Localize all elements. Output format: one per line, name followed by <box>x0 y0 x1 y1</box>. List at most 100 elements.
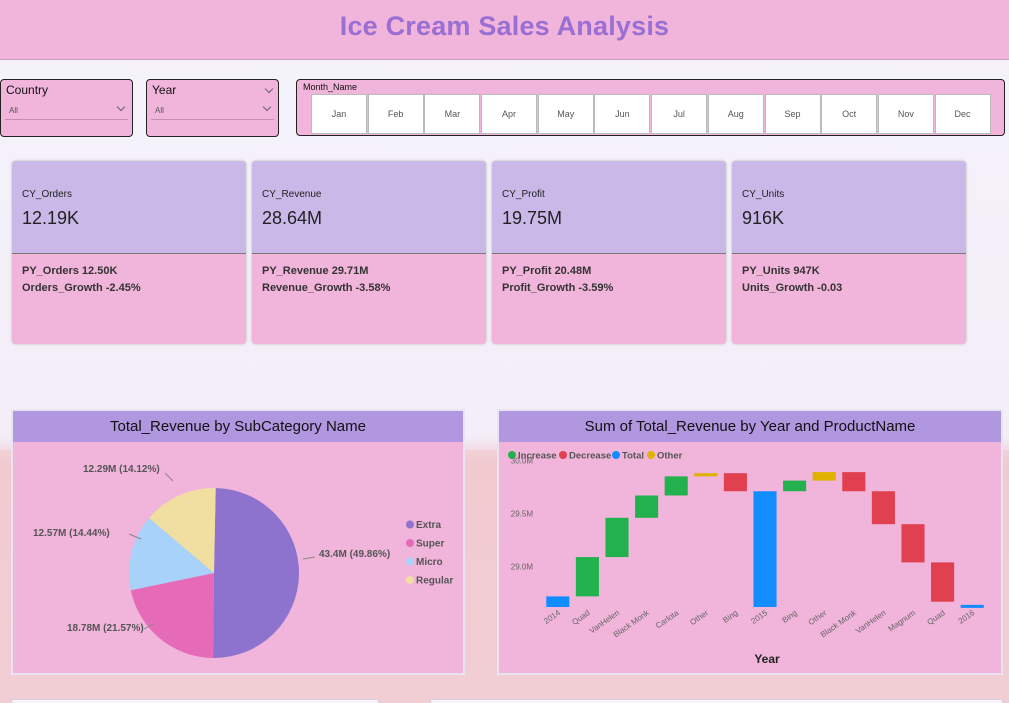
bottom-panel-edge <box>11 699 379 703</box>
month-button-may[interactable]: May <box>537 94 594 134</box>
month-button-row: Jan Feb Mar Apr May Jun Jul Aug Sep Oct … <box>311 94 991 134</box>
x-tick-label: Other <box>688 608 710 627</box>
x-tick-label: Quad <box>926 608 947 627</box>
chevron-down-icon[interactable] <box>264 84 274 94</box>
waterfall-bar-decrease[interactable] <box>842 472 866 492</box>
legend-marker <box>406 576 414 584</box>
waterfall-bar-total[interactable] <box>960 604 984 608</box>
legend-label[interactable]: Super <box>416 539 444 550</box>
pie-leader-line <box>302 556 316 560</box>
legend-marker <box>406 557 414 566</box>
country-slicer: Country All <box>0 79 133 137</box>
waterfall-bar-total[interactable] <box>546 596 570 607</box>
y-tick-label: 29.5M <box>511 510 534 519</box>
waterfall-bar-decrease[interactable] <box>723 473 747 492</box>
waterfall-bar-increase[interactable] <box>575 557 599 597</box>
legend-label[interactable]: Extra <box>416 520 441 531</box>
month-button-jun[interactable]: Jun <box>594 94 651 134</box>
month-slicer: Month_Name Jan Feb Mar Apr May Jun Jul A… <box>296 79 1005 136</box>
country-dropdown-value: All <box>9 106 18 115</box>
month-button-jul[interactable]: Jul <box>651 94 708 134</box>
legend-marker <box>406 520 414 529</box>
year-dropdown-value: All <box>155 106 164 115</box>
month-slicer-label: Month_Name <box>303 82 358 92</box>
legend-marker <box>559 451 567 459</box>
kpi-previous-year: PY_Orders 12.50K <box>22 265 118 277</box>
pie-chart: 43.4M (49.86%) 18.78M (21.57%) 12.57M (14.… <box>33 464 453 658</box>
waterfall-bar-decrease[interactable] <box>901 524 925 563</box>
pie-leader-line <box>164 472 174 482</box>
month-button-feb[interactable]: Feb <box>367 94 424 134</box>
month-button-apr[interactable]: Apr <box>481 94 538 134</box>
legend-marker <box>406 539 414 547</box>
month-button-dec[interactable]: Dec <box>934 94 991 134</box>
waterfall-chart: Increase Decrease Total Other30.0M29.5M29.0… <box>508 451 984 666</box>
x-tick-label: 2015 <box>749 608 769 626</box>
kpi-label: CY_Units <box>742 189 785 200</box>
waterfall-bar-increase[interactable] <box>605 517 629 558</box>
month-button-aug[interactable]: Aug <box>707 94 764 134</box>
kpi-growth: Profit_Growth -3.59% <box>502 282 614 294</box>
kpi-previous-year: PY_Units 947K <box>742 265 820 277</box>
x-tick-label: VanHelen <box>854 608 887 635</box>
y-tick-label: 29.0M <box>511 563 534 572</box>
page-title: Ice Cream Sales Analysis <box>339 11 670 41</box>
kpi-card-units[interactable]: CY_Units 916K PY_Units 947K Units_Growth… <box>731 160 967 345</box>
x-tick-label: Carlota <box>654 608 681 630</box>
x-tick-label: Bing <box>780 608 798 625</box>
kpi-value: 916K <box>742 208 785 228</box>
legend-label[interactable]: Decrease <box>569 451 611 462</box>
waterfall-bar-total[interactable] <box>753 491 777 607</box>
chevron-down-icon <box>262 102 272 112</box>
chevron-down-icon <box>116 102 126 112</box>
x-tick-label: Quad <box>570 608 591 627</box>
legend-marker <box>612 451 620 459</box>
kpi-card-orders[interactable]: CY_Orders 12.19K PY_Orders 12.50K Orders… <box>11 160 247 345</box>
waterfall-bar-other[interactable] <box>812 472 836 481</box>
year-dropdown[interactable]: All <box>151 102 274 120</box>
waterfall-bar-increase[interactable] <box>783 480 807 492</box>
x-tick-label: 2016 <box>957 608 977 626</box>
x-tick-label: Bing <box>721 608 739 625</box>
month-button-mar[interactable]: Mar <box>424 94 481 134</box>
legend-label[interactable]: Micro <box>416 557 443 568</box>
year-slicer: Year All <box>146 79 279 137</box>
waterfall-bar-increase[interactable] <box>635 495 659 518</box>
month-button-jan[interactable]: Jan <box>311 94 367 134</box>
kpi-value: 12.19K <box>22 208 80 228</box>
country-dropdown[interactable]: All <box>5 102 128 120</box>
kpi-label: CY_Profit <box>502 189 545 200</box>
pie-data-label: 12.29M (14.12%) <box>83 464 160 475</box>
waterfall-bar-other[interactable] <box>694 473 718 477</box>
pie-chart-title: Total_Revenue by SubCategory Name <box>13 411 463 442</box>
waterfall-chart-panel[interactable]: Increase Decrease Total Other 30.0M 29.5M 29.0… <box>497 409 1003 675</box>
x-tick-label: Other <box>807 608 829 627</box>
kpi-growth: Orders_Growth -2.45% <box>22 282 141 294</box>
month-button-sep[interactable]: Sep <box>764 94 821 134</box>
kpi-previous-year: PY_Revenue 29.71M <box>262 265 369 277</box>
x-tick-label: Magnum <box>886 608 917 633</box>
kpi-card-revenue[interactable]: CY_Revenue 28.64M PY_Revenue 29.71M Reve… <box>251 160 487 345</box>
month-button-nov[interactable]: Nov <box>877 94 934 134</box>
legend-label[interactable]: Total <box>622 451 644 462</box>
legend-label[interactable]: Other <box>657 451 683 462</box>
pie-slice-extra[interactable] <box>213 488 300 658</box>
pie-data-label: 12.57M (14.44%) <box>33 528 110 539</box>
kpi-card-profit[interactable]: CY_Profit 19.75M PY_Profit 20.48M Profit… <box>491 160 727 345</box>
kpi-label: CY_Orders <box>22 189 73 200</box>
pie-chart-panel[interactable]: 43.4M (49.86%) 18.78M (21.57%) 12.57M (14.… <box>11 409 465 675</box>
year-slicer-label: Year <box>152 83 177 97</box>
x-axis-title: Year <box>754 652 780 666</box>
bottom-panel-edge <box>430 699 1003 703</box>
kpi-label: CY_Revenue <box>262 189 322 200</box>
legend-label[interactable]: Regular <box>416 576 453 587</box>
waterfall-bar-decrease[interactable] <box>931 562 955 602</box>
waterfall-bar-increase[interactable] <box>664 476 688 496</box>
waterfall-bar-decrease[interactable] <box>871 491 895 525</box>
kpi-growth: Revenue_Growth -3.58% <box>262 282 391 294</box>
pie-data-label: 43.4M (49.86%) <box>319 549 390 560</box>
x-tick-label: 2014 <box>542 608 562 626</box>
month-button-oct[interactable]: Oct <box>821 94 878 134</box>
y-tick-label: 30.0M <box>511 456 534 465</box>
country-slicer-label: Country <box>6 83 49 97</box>
